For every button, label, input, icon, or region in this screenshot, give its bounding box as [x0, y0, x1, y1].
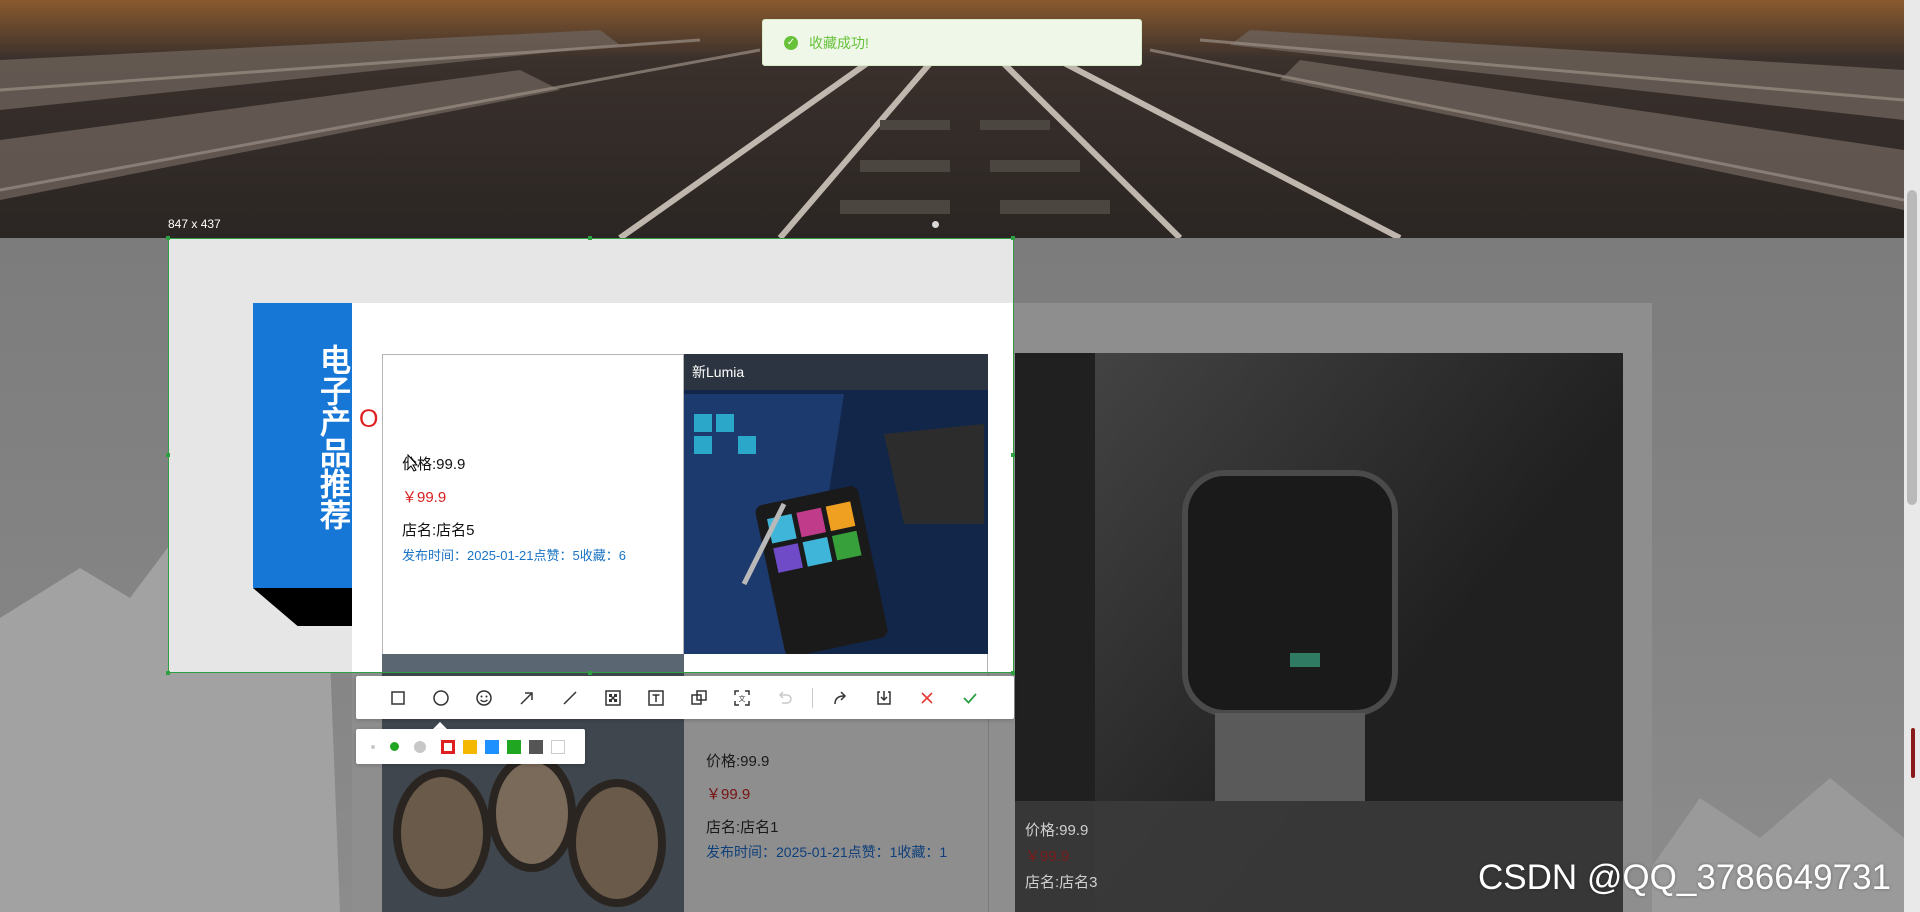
mouse-cursor-icon: [407, 454, 419, 472]
product-card-right[interactable]: 价格:99.9 ￥99.9 店名:店名3: [1015, 353, 1623, 912]
screenshot-selection[interactable]: 电子产品推荐 O 价格:99.9 ￥99.9 店名:店名5 发布时间：2025-…: [168, 238, 1014, 673]
download-icon: [876, 690, 891, 705]
resize-handle-w[interactable]: [166, 453, 170, 457]
confirm-tool[interactable]: [948, 676, 991, 719]
product-meta: 发布时间：2025-01-21点赞：1收藏：1: [706, 844, 948, 860]
resize-handle-s[interactable]: [588, 671, 592, 675]
resize-handle-ne[interactable]: [1011, 236, 1015, 240]
shop-name: 店名:店名5: [402, 522, 475, 539]
color-swatch-yellow[interactable]: [463, 739, 477, 754]
line-tool[interactable]: [548, 676, 591, 719]
price: ￥99.9: [402, 489, 447, 506]
color-palette: [356, 729, 585, 764]
price-label: 价格:99.9: [706, 753, 770, 770]
watermark: CSDN @QQ_3786649731: [1478, 858, 1891, 897]
image-caption: 新Lumia: [684, 354, 988, 390]
price-label: 价格:99.9: [1025, 822, 1089, 839]
text-icon: [647, 689, 664, 706]
arrow-icon: [519, 691, 533, 705]
power-bank-image: [1182, 470, 1398, 801]
color-swatch-green[interactable]: [507, 739, 521, 754]
product-meta: 发布时间：2025-01-21点赞：5收藏：6: [402, 548, 626, 563]
line-icon: [562, 690, 577, 705]
svg-text:文: 文: [738, 694, 745, 703]
price-label: 价格:99.9: [402, 456, 466, 473]
pin-icon: [690, 689, 707, 705]
product-card-featured[interactable]: 价格:99.9 ￥99.9 店名:店名5 发布时间：2025-01-21点赞：5…: [382, 354, 684, 672]
price: ￥99.9: [706, 786, 751, 803]
palette-caret: [433, 722, 447, 729]
rectangle-icon: [390, 690, 405, 705]
category-title: 电子产品推荐: [314, 344, 350, 530]
annotation-circle-mark: O: [359, 405, 379, 433]
success-toast: ✓ 收藏成功!: [762, 19, 1142, 66]
smiley-icon: [475, 689, 492, 706]
carousel-indicator[interactable]: [932, 221, 939, 228]
annotation-toolbar: 文: [356, 676, 1014, 719]
toast-message: 收藏成功!: [809, 34, 869, 51]
selection-size-label: 847 x 437: [168, 217, 221, 231]
shop-name: 店名:店名1: [706, 819, 779, 836]
resize-handle-se[interactable]: [1011, 671, 1015, 675]
rectangle-tool[interactable]: [376, 676, 419, 719]
brush-size-small[interactable]: [371, 744, 375, 749]
color-swatch-blue[interactable]: [485, 739, 499, 754]
save-tool[interactable]: [862, 676, 905, 719]
ellipse-tool[interactable]: [419, 676, 462, 719]
mosaic-tool[interactable]: [591, 676, 634, 719]
brush-size-medium[interactable]: [390, 742, 399, 751]
card-footer: [684, 654, 988, 672]
color-swatch-white[interactable]: [551, 739, 565, 754]
ocr-tool[interactable]: 文: [720, 676, 763, 719]
resize-handle-nw[interactable]: [166, 236, 170, 240]
mosaic-icon: [604, 689, 621, 706]
category-banner-fold: [253, 588, 352, 626]
share-icon: [833, 690, 846, 704]
product-info: 价格:99.9 ￥99.9 店名:店名5 发布时间：2025-01-21点赞：5…: [402, 448, 626, 564]
pin-tool[interactable]: [677, 676, 720, 719]
undo-icon: [778, 690, 792, 704]
category-banner: 电子产品推荐: [253, 303, 352, 588]
text-tool[interactable]: [634, 676, 677, 719]
close-icon: [920, 691, 933, 704]
undo-tool[interactable]: [763, 676, 806, 719]
thermometer-icon: [1911, 728, 1915, 778]
resize-handle-n[interactable]: [588, 236, 592, 240]
share-tool[interactable]: [819, 676, 862, 719]
product-image-lower-preview: [382, 654, 684, 672]
product-image-lumia[interactable]: 新Lumia: [684, 354, 988, 654]
toolbar-divider: [812, 687, 813, 708]
arrow-tool[interactable]: [505, 676, 548, 719]
circle-icon: [432, 689, 449, 706]
color-swatch-gray[interactable]: [529, 739, 543, 754]
emoji-tool[interactable]: [462, 676, 505, 719]
resize-handle-sw[interactable]: [166, 671, 170, 675]
brush-size-large[interactable]: [414, 740, 426, 753]
cancel-tool[interactable]: [905, 676, 948, 719]
check-icon: [962, 692, 977, 704]
color-swatch-red[interactable]: [441, 739, 455, 754]
resize-handle-e[interactable]: [1011, 453, 1015, 457]
check-circle-icon: ✓: [784, 35, 798, 50]
scrollbar-thumb[interactable]: [1907, 190, 1917, 505]
ocr-icon: 文: [733, 689, 750, 706]
